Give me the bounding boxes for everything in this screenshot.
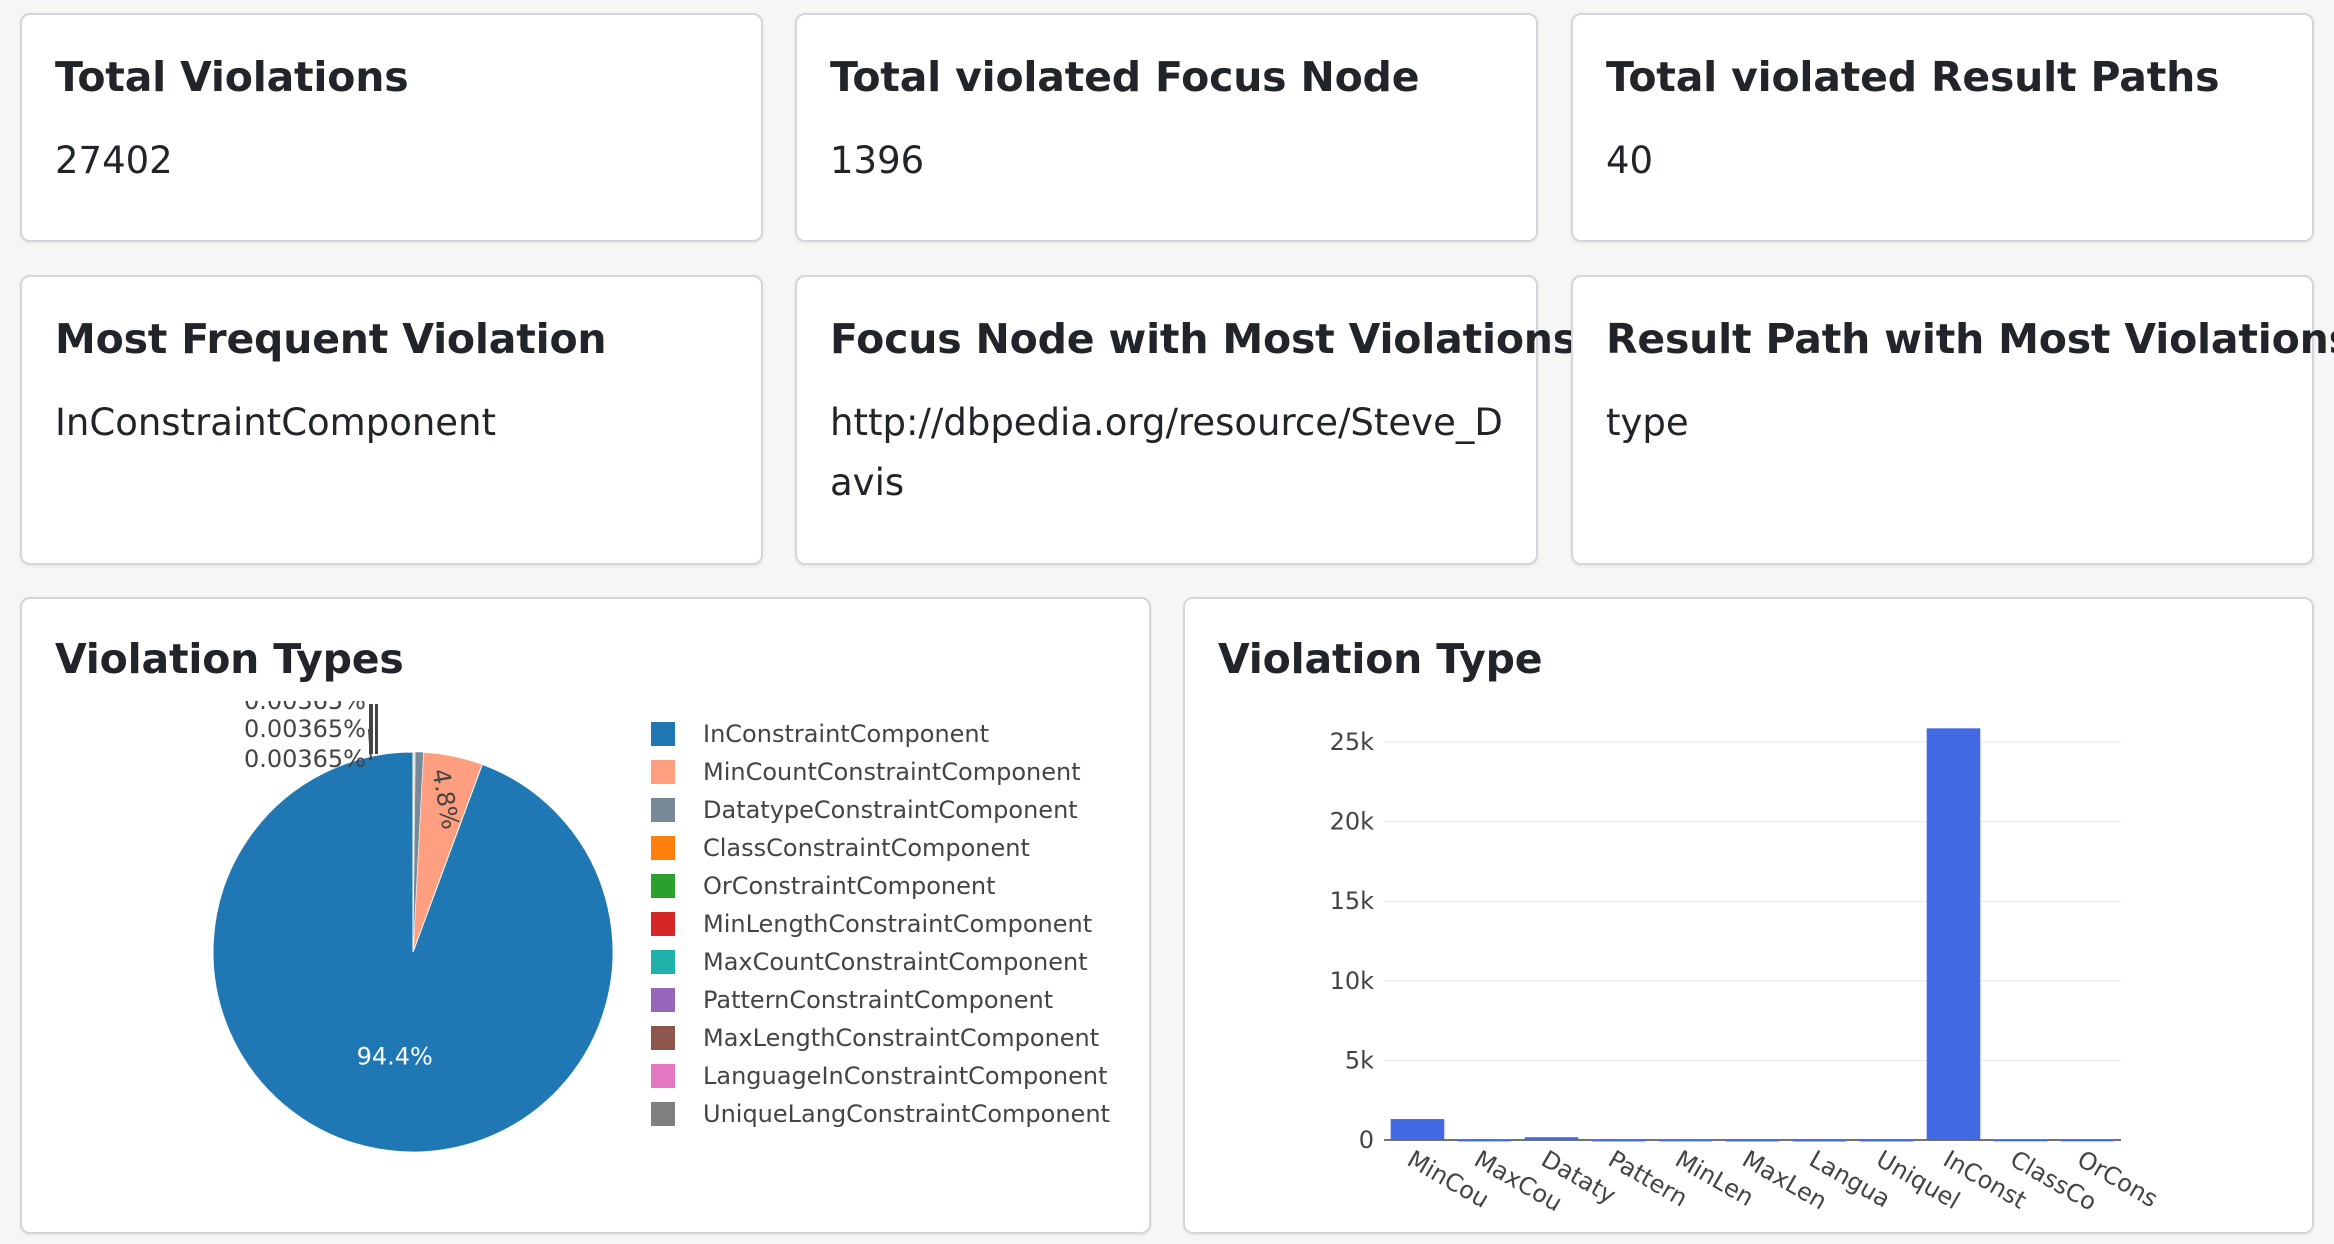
legend-swatch — [651, 950, 675, 974]
legend-label: MinLengthConstraintComponent — [703, 910, 1092, 938]
card-title: Focus Node with Most Violations — [830, 315, 1577, 363]
legend-swatch — [651, 1064, 675, 1088]
legend-item[interactable]: MaxCountConstraintComponent — [651, 948, 1088, 976]
legend-item[interactable]: OrConstraintComponent — [651, 872, 996, 900]
legend-item[interactable]: MaxLengthConstraintComponent — [651, 1024, 1099, 1052]
bar[interactable] — [1725, 1139, 1780, 1142]
legend-swatch — [651, 836, 675, 860]
bars — [1390, 728, 2115, 1142]
card-value: http://dbpedia.org/resource/Steve_Davis — [830, 401, 1503, 504]
bar[interactable] — [1591, 1139, 1646, 1142]
bar[interactable] — [1457, 1139, 1512, 1142]
result-path-most-violations-card: Result Path with Most Violations type — [1571, 275, 2334, 565]
y-tick-label: 10k — [1330, 967, 1375, 995]
legend-label: ClassConstraintComponent — [703, 834, 1030, 862]
legend-item[interactable]: UniqueLangConstraintComponent — [651, 1100, 1110, 1128]
y-tick-label: 25k — [1330, 728, 1375, 756]
legend-label: PatternConstraintComponent — [703, 986, 1053, 1014]
legend-item[interactable]: InConstraintComponent — [651, 720, 989, 748]
bar[interactable] — [1390, 1119, 1445, 1140]
y-grid — [1384, 741, 2121, 1141]
bar[interactable] — [1524, 1137, 1579, 1140]
pie-outside-label: 0.00365% — [244, 687, 366, 715]
total-result-paths-card: Total violated Result Paths 40 — [1571, 13, 2314, 242]
card-title: Most Frequent Violation — [55, 315, 607, 363]
pie-legend: InConstraintComponent MinCountConstraintC… — [651, 720, 1110, 1128]
legend-label: InConstraintComponent — [703, 720, 989, 748]
label-leader-lines — [369, 704, 373, 754]
pie-slices — [212, 751, 614, 1153]
y-tick-label: 5k — [1345, 1046, 1374, 1074]
legend-swatch — [651, 912, 675, 936]
card-title: Result Path with Most Violations — [1606, 315, 2334, 363]
legend-label: DatatypeConstraintComponent — [703, 796, 1078, 824]
bar[interactable] — [1926, 728, 1981, 1140]
most-frequent-violation-card: Most Frequent Violation InConstraintComp… — [20, 275, 763, 565]
card-value: InConstraintComponent — [55, 401, 497, 444]
y-tick-label: 20k — [1330, 808, 1375, 836]
svg-text:0.00365%: 0.00365% — [244, 715, 366, 743]
legend-label: MaxLengthConstraintComponent — [703, 1024, 1099, 1052]
bar[interactable] — [1658, 1139, 1713, 1142]
legend-swatch — [651, 1102, 675, 1126]
svg-text:0.00365%: 0.00365% — [244, 745, 366, 773]
total-focus-nodes-card: Total violated Focus Node 1396 — [795, 13, 1538, 242]
pie-slice-label: 94.4% — [357, 1042, 433, 1070]
y-ticks: 0 5k 10k 15k 20k 25k — [1330, 728, 1375, 1154]
legend-item[interactable]: PatternConstraintComponent — [651, 986, 1053, 1014]
total-violations-card: Total Violations 27402 — [20, 13, 763, 242]
pie-chart[interactable]: 94.4%4.8%0.00365%0.00365%0.00365%InConst… — [22, 599, 1149, 1232]
card-title: Total violated Focus Node — [830, 53, 1420, 101]
card-value: 40 — [1606, 139, 1654, 182]
legend-label: UniqueLangConstraintComponent — [703, 1100, 1110, 1128]
pie-outside-label: 0.00365% — [244, 745, 372, 773]
legend-swatch — [651, 760, 675, 784]
x-ticks: MinCouMaxCouDatatyPatternMinLenMaxLenLan… — [1403, 1145, 2163, 1217]
bar[interactable] — [1993, 1139, 2048, 1142]
bar-chart[interactable]: 0 5k 10k 15k 20k 25k MinCouMaxCouDatatyPattern… — [1185, 599, 2312, 1232]
legend-swatch — [651, 988, 675, 1012]
legend-swatch — [651, 1026, 675, 1050]
legend-item[interactable]: DatatypeConstraintComponent — [651, 796, 1078, 824]
bar[interactable] — [2060, 1139, 2115, 1142]
y-tick-label: 0 — [1359, 1126, 1374, 1154]
violation-types-pie-card: Violation Types 94.4% 4.8% 0.00365% 0.00365… — [20, 597, 1151, 1234]
violation-type-bar-card: Violation Type 0 5k 10k 15k 20k 25k MinCou MaxC… — [1183, 597, 2314, 1234]
y-tick-label: 15k — [1330, 887, 1375, 915]
label-leader-lines — [375, 704, 378, 754]
card-title: Total violated Result Paths — [1606, 53, 2220, 101]
legend-label: MaxCountConstraintComponent — [703, 948, 1088, 976]
card-value: type — [1606, 401, 1689, 444]
legend-label: MinCountConstraintComponent — [703, 758, 1081, 786]
bar[interactable] — [1859, 1139, 1914, 1142]
legend-item[interactable]: MinCountConstraintComponent — [651, 758, 1081, 786]
legend-item[interactable]: MinLengthConstraintComponent — [651, 910, 1092, 938]
bar[interactable] — [1792, 1139, 1847, 1142]
legend-label: OrConstraintComponent — [703, 872, 996, 900]
focus-node-most-violations-card: Focus Node with Most Violations http://d… — [795, 275, 1577, 565]
legend-label: LanguageInConstraintComponent — [703, 1062, 1108, 1090]
card-value: 1396 — [830, 139, 925, 182]
card-value: 27402 — [55, 139, 173, 182]
svg-text:94.4%: 94.4% — [357, 1042, 433, 1070]
legend-item[interactable]: ClassConstraintComponent — [651, 834, 1030, 862]
legend-swatch — [651, 722, 675, 746]
legend-item[interactable]: LanguageInConstraintComponent — [651, 1062, 1108, 1090]
legend-swatch — [651, 874, 675, 898]
legend-swatch — [651, 798, 675, 822]
card-title: Total Violations — [55, 53, 409, 101]
